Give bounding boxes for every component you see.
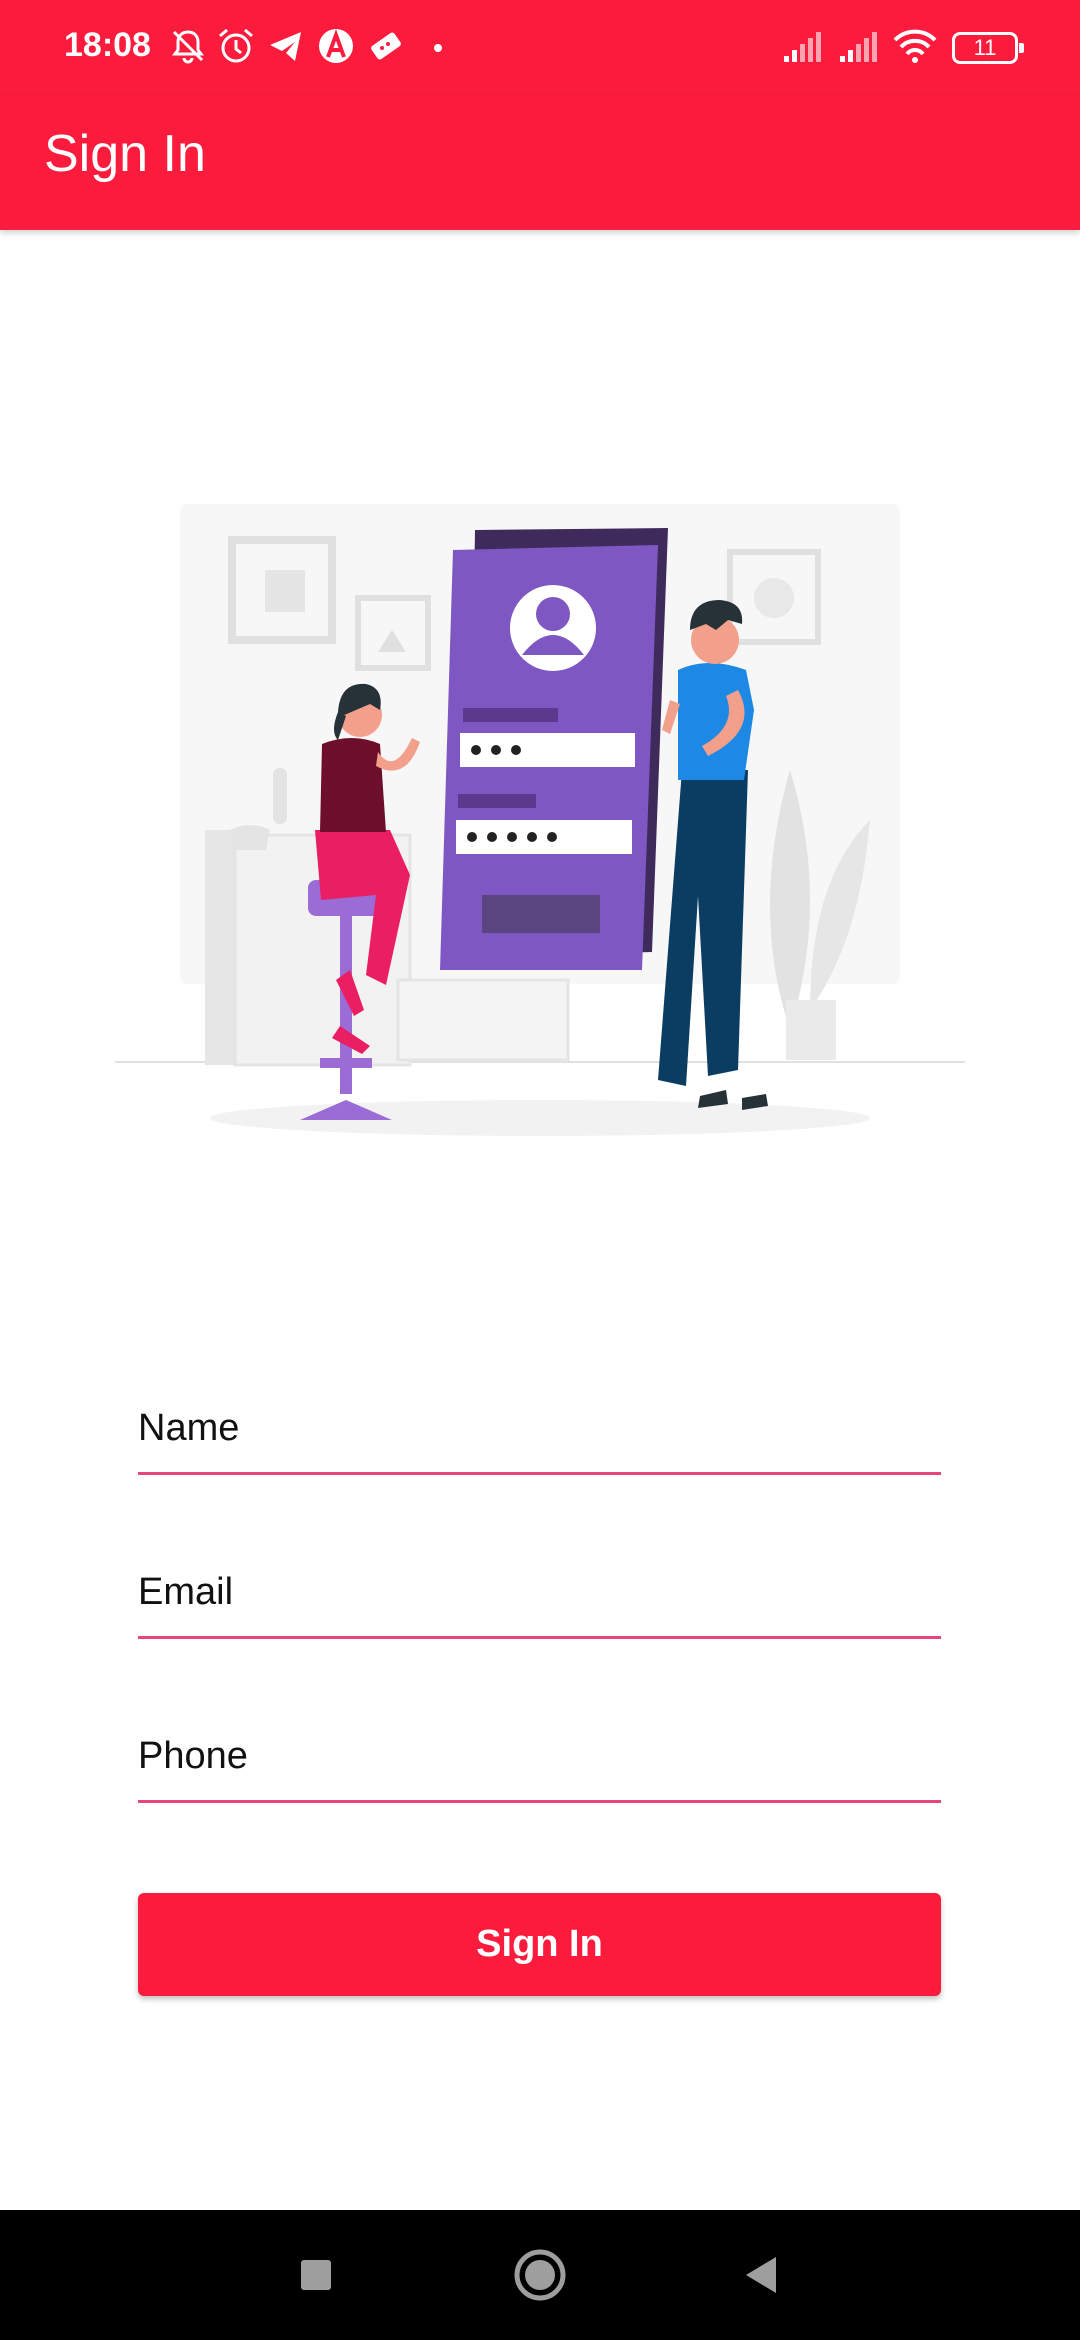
app-bar: Sign In <box>0 96 1080 230</box>
phone-input[interactable] <box>138 1723 941 1803</box>
bell-off-icon <box>172 30 204 64</box>
phone-field-wrapper <box>138 1693 941 1803</box>
sign-in-button[interactable]: Sign In <box>138 1893 941 1996</box>
battery-level: 11 <box>973 35 997 60</box>
system-nav-bar <box>0 2210 1080 2340</box>
signal-icon <box>784 32 821 62</box>
battery-icon: 11 <box>952 32 1024 64</box>
page-title: Sign In <box>44 125 206 183</box>
signal-icon <box>840 32 877 62</box>
name-field-wrapper <box>138 1365 941 1475</box>
back-button[interactable] <box>732 2245 792 2305</box>
home-button[interactable] <box>510 2245 570 2305</box>
dot-icon <box>434 44 442 52</box>
status-time: 18:08 <box>64 26 151 64</box>
recents-button[interactable] <box>286 2245 346 2305</box>
ticket-icon <box>371 32 401 60</box>
login-illustration <box>115 504 965 1136</box>
email-field-wrapper <box>138 1529 941 1639</box>
alarm-icon <box>219 28 253 63</box>
app-a-icon <box>319 29 353 63</box>
wifi-icon <box>893 29 937 63</box>
email-input[interactable] <box>138 1559 941 1639</box>
name-input[interactable] <box>138 1395 941 1475</box>
telegram-icon <box>270 32 301 61</box>
status-bar: 18:08 11 <box>0 0 1080 96</box>
